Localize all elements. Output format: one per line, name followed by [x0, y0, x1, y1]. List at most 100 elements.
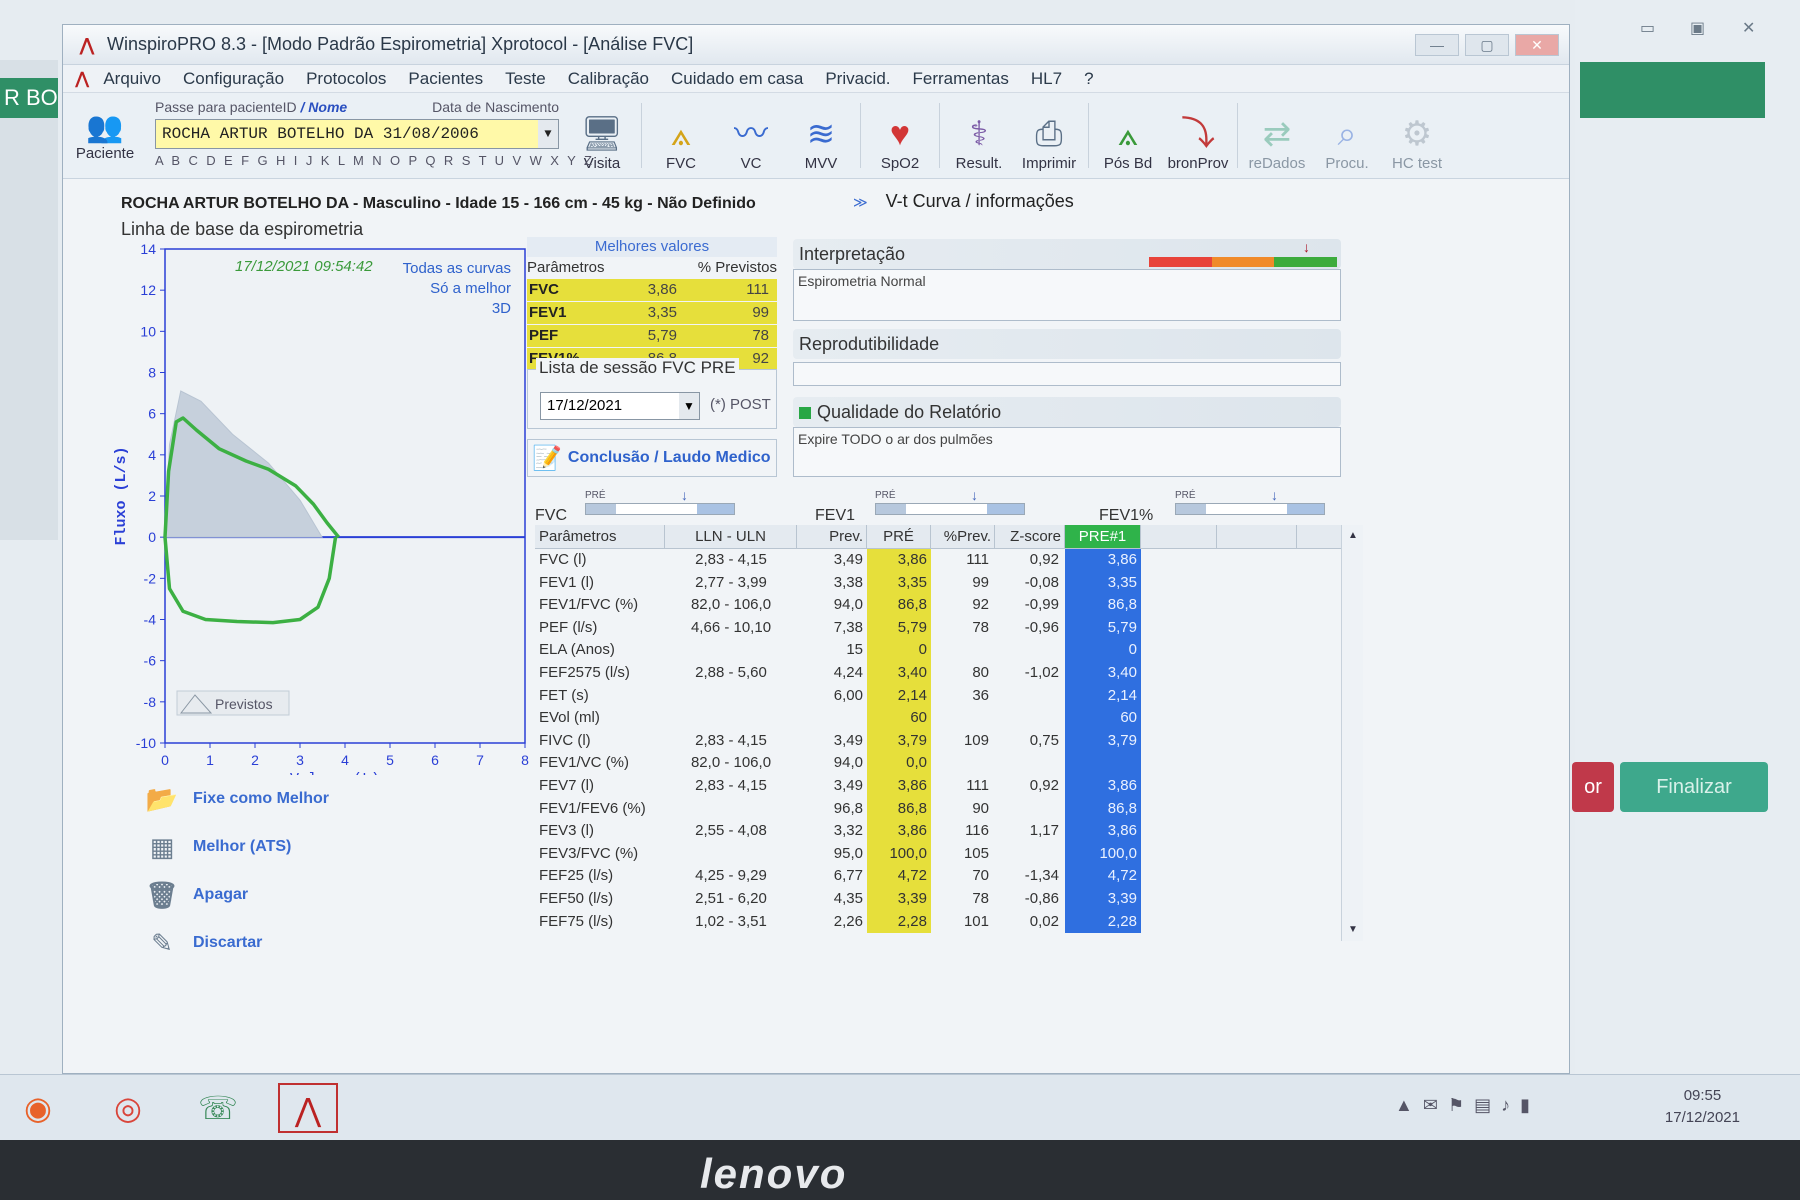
interpretation-scale [1149, 257, 1338, 267]
background-minimize-icon[interactable]: ▭ [1640, 18, 1655, 38]
table-cell: 0,75 [1029, 731, 1059, 749]
interp-scale-segment [1149, 257, 1212, 267]
action-melhor-ats-[interactable]: ▦ Melhor (ATS) [145, 823, 329, 871]
toolbar-fvc-button[interactable]: ⟑ FVC [646, 93, 716, 178]
alphabet-index[interactable]: A B C D E F G H I J K L M N O P Q R S T … [155, 153, 592, 168]
column-header[interactable]: Prev. [797, 525, 867, 548]
close-button[interactable]: ✕ [1515, 33, 1559, 56]
background-maximize-icon[interactable]: ▣ [1690, 18, 1705, 38]
table-cell: 78 [972, 889, 989, 907]
action-apagar[interactable]: 🗑 Apagar [145, 871, 329, 919]
toolbar-imprimir-button[interactable]: ⎙ Imprimir [1014, 93, 1084, 178]
toolbar-p-s-bd-button[interactable]: ⟑ Pós Bd [1093, 93, 1163, 178]
menu-item[interactable]: Privacid. [825, 69, 890, 89]
table-cell [995, 798, 1065, 821]
patient-combo[interactable]: ROCHA ARTUR BOTELHO DA 31/08/2006 ▼ [155, 119, 559, 149]
toolbar-result--button[interactable]: ⚕ Result. [944, 93, 1014, 178]
menu-item[interactable]: Protocolos [306, 69, 386, 89]
column-header[interactable]: PRE#1 [1065, 525, 1141, 548]
chevron-down-icon[interactable]: ▼ [538, 120, 558, 148]
table-cell: 116 [965, 822, 989, 840]
link-all[interactable]: Todas as curvas [403, 260, 511, 277]
x-tick-label: 3 [296, 752, 304, 768]
column-header[interactable]: LLN - ULN [665, 525, 797, 548]
table-cell: 101 [963, 912, 989, 930]
menu-item[interactable]: ? [1084, 69, 1093, 89]
reprodutibilidade-text [793, 362, 1341, 386]
table-cell: -0,08 [1024, 573, 1059, 591]
table-row: FEF2575 (l/s) 2,88 - 5,60 4,24 3,40 80 -1,02 3… [535, 661, 1353, 685]
column-header[interactable]: %Prev. [931, 525, 995, 548]
y-tick-label: -4 [144, 612, 157, 628]
gauge-pointer-icon: ↓ [681, 487, 688, 503]
column-header[interactable]: Z-score [995, 525, 1065, 548]
table-row: FEV1/FVC (%) 82,0 - 106,0 94,0 86,8 92 -0,99 8… [535, 594, 1353, 617]
session-date-select[interactable]: 17/12/2021 ▼ [540, 392, 700, 420]
table-cell: FEV7 (l) [539, 776, 595, 794]
app-taskbar-icon[interactable]: ☏ [188, 1083, 248, 1133]
taskbar-clock[interactable]: 09:55 17/12/2021 [1665, 1085, 1740, 1129]
action-fixe-como-melhor[interactable]: 📂 Fixe como Melhor [145, 775, 329, 823]
winspiro-window: ⋀ WinspiroPRO 8.3 - [Modo Padrão Espirom… [62, 24, 1570, 1074]
menu-item[interactable]: Arquivo [103, 69, 161, 89]
discard-icon: ✎ [151, 927, 173, 958]
column-header[interactable]: PRÉ [867, 525, 931, 548]
winspiro-taskbar-icon[interactable]: ⋀ [278, 1083, 338, 1133]
scroll-up-icon[interactable]: ▲ [1344, 527, 1362, 545]
table-cell: 111 [966, 551, 989, 568]
table-cell: -0,96 [1024, 618, 1059, 636]
finalizar-button[interactable]: Finalizar [1620, 762, 1768, 812]
toolbar-redados-button[interactable]: ⇄ reDados [1242, 93, 1312, 178]
toolbar-spo2-button[interactable]: ♥ SpO2 [865, 93, 935, 178]
toolbar-procu--button[interactable]: ⌕ Procu. [1312, 93, 1382, 178]
table-cell: -0,86 [1024, 889, 1059, 907]
curve-actions: 📂 Fixe como Melhor ▦ Melhor (ATS) 🗑 Apagar ✎ Di… [145, 775, 329, 967]
menu-item[interactable]: Configuração [183, 69, 284, 89]
background-close-icon[interactable]: ✕ [1742, 18, 1755, 38]
y-tick-label: 2 [148, 488, 156, 504]
flow-volume-svg: 14121086420-2-4-6-8-100 1 2 3 4 5 6 7 8Fluxo (L/… [113, 241, 529, 775]
menu-item[interactable]: Calibração [568, 69, 649, 89]
link-3d[interactable]: 3D [492, 300, 511, 317]
menu-item[interactable]: Teste [505, 69, 546, 89]
toolbar-separator [860, 103, 861, 168]
table-cell: -1,34 [1024, 867, 1059, 885]
table-cell: 4,25 - 9,29 [695, 867, 767, 885]
toolbar-button-label: reDados [1248, 155, 1306, 172]
table-row: FET (s) 6,00 2,14 36 2,14 [535, 684, 1353, 708]
best-value-row: FEV1 3,35 99 [527, 302, 777, 324]
table-scrollbar[interactable]: ▲ ▼ [1341, 525, 1363, 941]
menu-item[interactable]: Cuidado em casa [671, 69, 803, 89]
chrome-icon[interactable]: ◎ [98, 1083, 158, 1133]
menu-item[interactable]: Ferramentas [913, 69, 1009, 89]
action-discartar[interactable]: ✎ Discartar [145, 919, 329, 967]
interpretacao-text: Espirometria Normal [793, 269, 1341, 321]
toolbar-mvv-button[interactable]: ≋ MVV [786, 93, 856, 178]
firefox-icon[interactable]: ◉ [8, 1083, 68, 1133]
link-best[interactable]: Só a melhor [430, 280, 511, 297]
double-chevron-icon[interactable]: ≫ [853, 194, 868, 210]
results-icon: ⚕ [969, 115, 989, 153]
conclusao-button[interactable]: 📝 Conclusão / Laudo Medico [527, 439, 777, 477]
vt-curve-header[interactable]: ≫ V-t Curva / informações [853, 191, 1074, 212]
system-tray[interactable]: ▲✉⚑▤♪▮ [1395, 1095, 1540, 1116]
patient-button[interactable]: 👥 Paciente [63, 93, 147, 178]
maximize-button[interactable]: ▢ [1465, 33, 1509, 56]
table-cell: 3,86 [867, 820, 931, 843]
chevron-down-icon[interactable]: ▼ [679, 393, 699, 419]
menu-item[interactable]: Pacientes [408, 69, 483, 89]
column-header[interactable]: Parâmetros [535, 525, 665, 548]
toolbar-hc-test-button[interactable]: ⚙ HC test [1382, 93, 1452, 178]
table-cell: 3,86 [867, 549, 931, 572]
toolbar-button-label: Result. [955, 155, 1003, 172]
post-label: (*) POST [710, 396, 771, 413]
minimize-button[interactable]: — [1415, 33, 1459, 56]
toolbar-bronprov-button[interactable]: ⤵ bronProv [1163, 93, 1233, 178]
table-cell: 86,8 [1065, 797, 1141, 821]
table-cell [665, 639, 797, 662]
y-tick-label: -8 [144, 694, 157, 710]
toolbar-vc-button[interactable]: 〰 VC [716, 93, 786, 178]
background-partial-button[interactable]: or [1572, 762, 1614, 812]
menu-item[interactable]: HL7 [1031, 69, 1062, 89]
scroll-down-icon[interactable]: ▼ [1344, 921, 1362, 939]
